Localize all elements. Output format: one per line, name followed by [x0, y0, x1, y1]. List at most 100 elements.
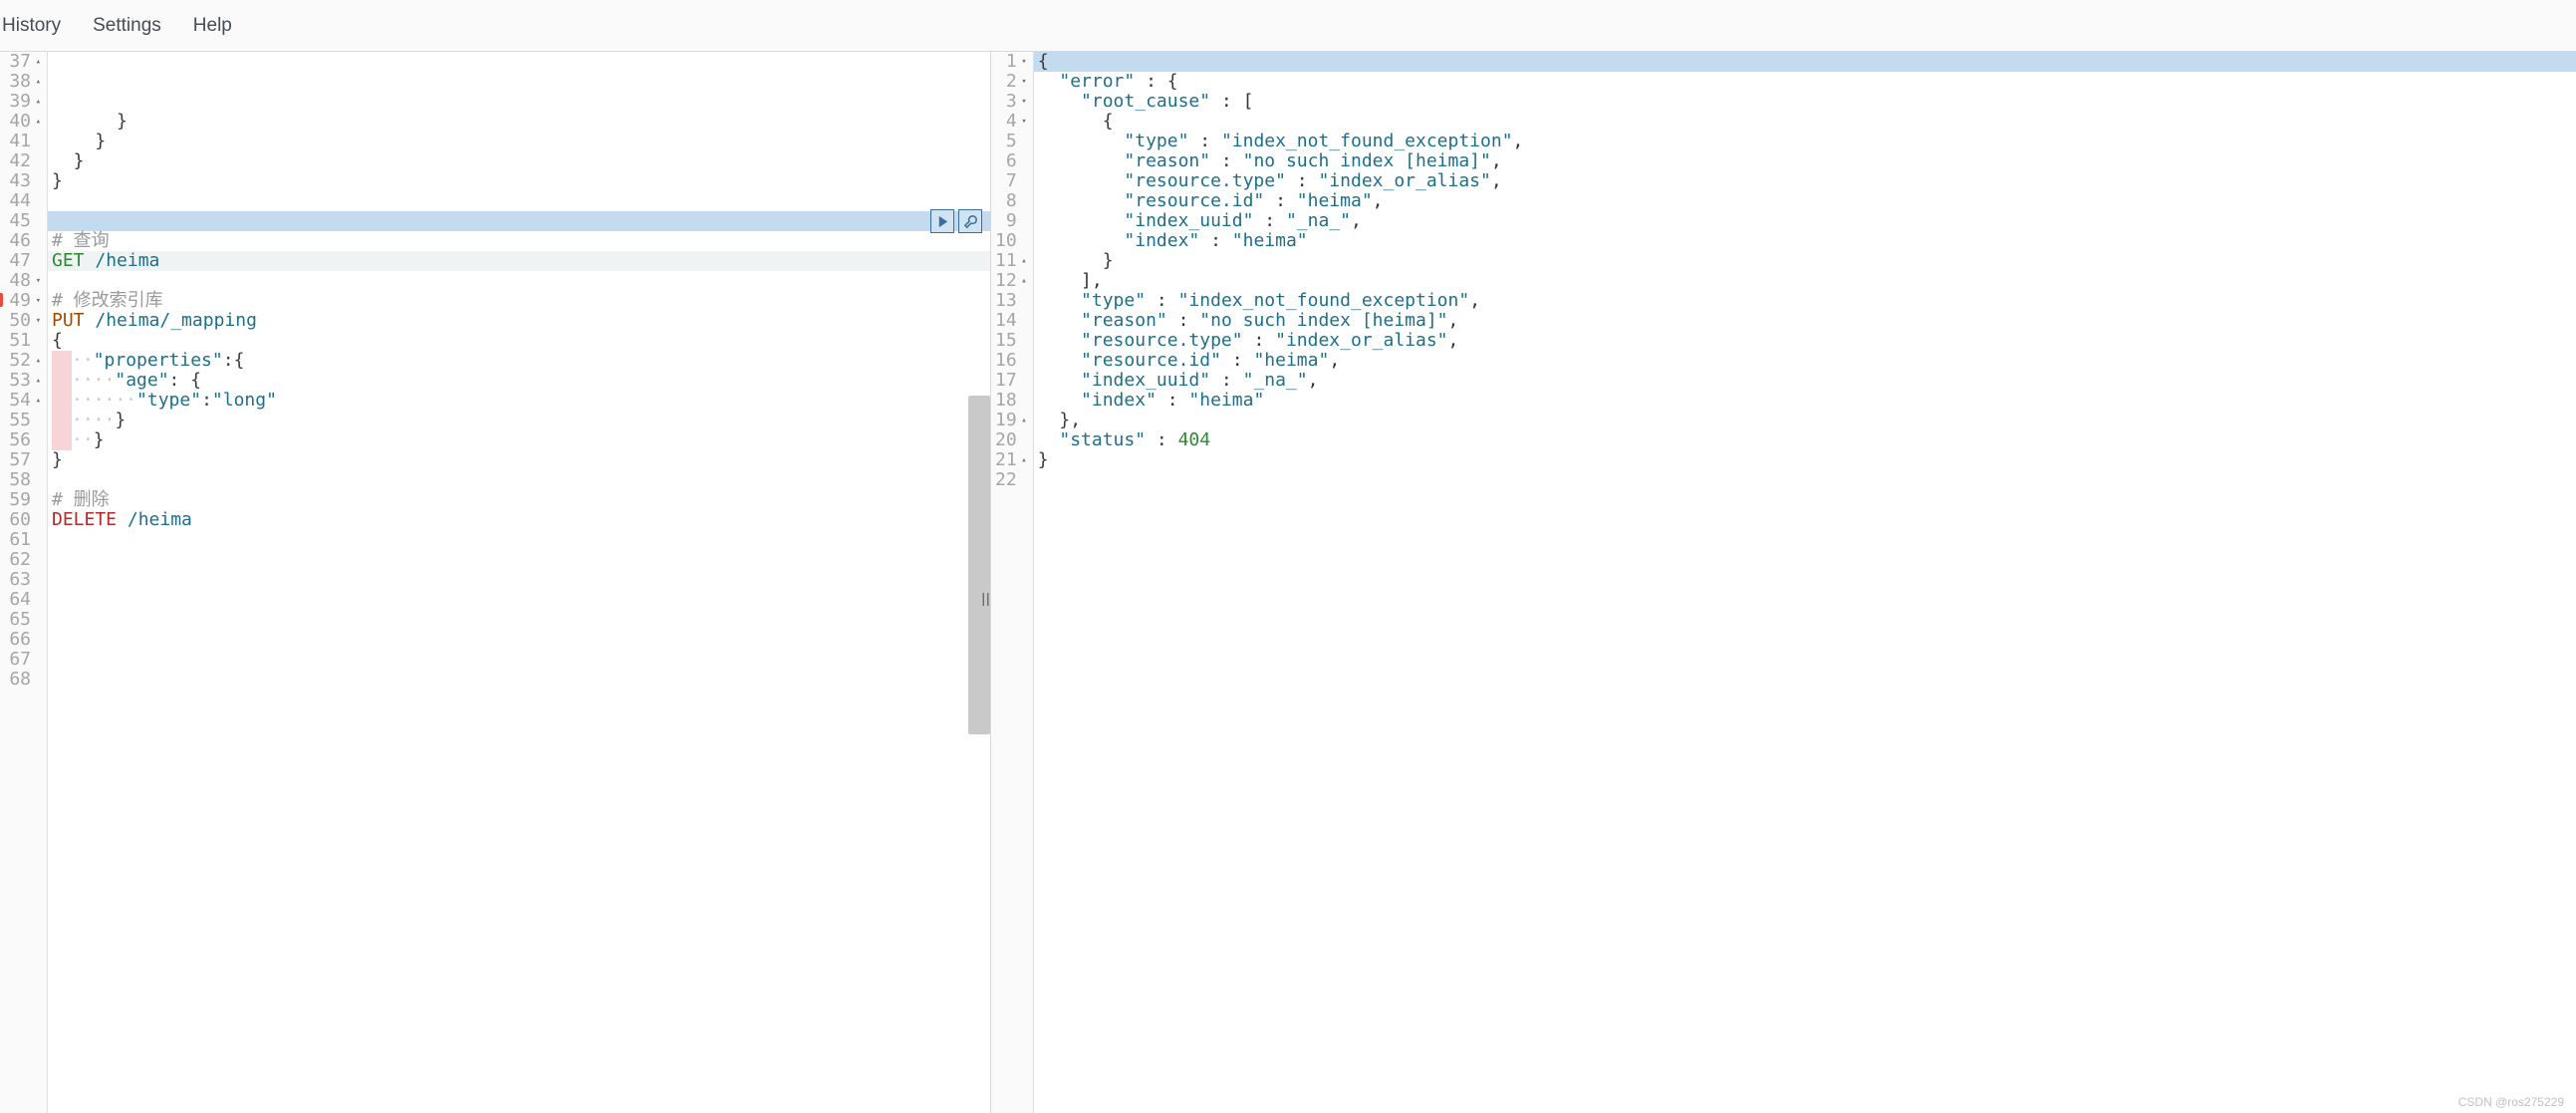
- line-number: 21▴: [995, 450, 1027, 470]
- line-number: 15: [995, 331, 1027, 351]
- code-line[interactable]: ··"properties":{: [48, 351, 990, 371]
- code-line[interactable]: [48, 470, 990, 490]
- pane-splitter[interactable]: [981, 583, 991, 613]
- code-line[interactable]: # 查询: [48, 231, 990, 251]
- code-line[interactable]: {: [1034, 52, 2576, 72]
- code-line[interactable]: [48, 530, 990, 550]
- code-line[interactable]: }: [48, 450, 990, 470]
- code-line[interactable]: [48, 670, 990, 690]
- code-line[interactable]: }: [48, 151, 990, 171]
- play-icon: [935, 214, 950, 229]
- line-number: 51: [4, 331, 41, 351]
- response-viewer-pane: 1▾2▾3▾4▾567891011▴12▴13141516171819▴2021…: [991, 52, 2576, 1113]
- line-number: 48▾: [4, 271, 41, 291]
- code-line[interactable]: [48, 570, 990, 590]
- request-editor-code[interactable]: } } }} # 查询GET /heima # 修改索引库PUT /heima/_m…: [48, 52, 990, 1113]
- line-number: 46: [4, 231, 41, 251]
- code-line[interactable]: # 修改索引库: [48, 291, 990, 311]
- line-number: 42: [4, 151, 41, 171]
- line-number: 43: [4, 171, 41, 191]
- line-number: 41: [4, 132, 41, 151]
- line-number: 63: [4, 570, 41, 590]
- code-line[interactable]: ······"type":"long": [48, 391, 990, 411]
- line-number: 45: [4, 211, 41, 231]
- line-number: 7: [995, 171, 1027, 191]
- line-number: 17: [995, 371, 1027, 391]
- code-line[interactable]: "index" : "heima": [1034, 391, 2576, 411]
- menu-help[interactable]: Help: [191, 11, 234, 41]
- code-line[interactable]: ····"age": {: [48, 371, 990, 391]
- response-viewer-code[interactable]: { "error" : { "root_cause" : [ { "type" …: [1034, 52, 2576, 1113]
- code-line[interactable]: [48, 550, 990, 570]
- line-number: 16: [995, 351, 1027, 371]
- code-line[interactable]: [48, 729, 990, 749]
- code-line[interactable]: "index" : "heima": [1034, 231, 2576, 251]
- code-line[interactable]: [48, 630, 990, 650]
- line-number: 53▴: [4, 371, 41, 391]
- request-editor[interactable]: 37▴38▴39▴40▴4142434445464748▾49▾x50▾5152…: [0, 52, 990, 1113]
- code-line[interactable]: [48, 271, 990, 291]
- watermark: CSDN @ros275229: [2458, 1095, 2564, 1109]
- code-line[interactable]: "reason" : "no such index [heima]",: [1034, 151, 2576, 171]
- code-line[interactable]: {: [1034, 112, 2576, 132]
- code-line[interactable]: "root_cause" : [: [1034, 92, 2576, 112]
- line-number: 4▾: [995, 112, 1027, 132]
- line-number: 56: [4, 430, 41, 450]
- code-line[interactable]: "resource.id" : "heima",: [1034, 351, 2576, 371]
- line-number: 49▾x: [4, 291, 41, 311]
- code-line[interactable]: }: [1034, 251, 2576, 271]
- menu-settings[interactable]: Settings: [91, 11, 163, 41]
- code-line[interactable]: [48, 211, 990, 231]
- line-number: 67: [4, 650, 41, 670]
- code-line[interactable]: [1034, 470, 2576, 490]
- wrench-icon: [963, 214, 978, 229]
- code-line[interactable]: DELETE /heima: [48, 510, 990, 530]
- line-number: 66: [4, 630, 41, 650]
- line-number: 68: [4, 670, 41, 690]
- code-line[interactable]: ··}: [48, 430, 990, 450]
- line-number: 39▴: [4, 92, 41, 112]
- line-number: 59: [4, 490, 41, 510]
- line-number: 22: [995, 470, 1027, 490]
- code-line[interactable]: [48, 590, 990, 610]
- response-viewer[interactable]: 1▾2▾3▾4▾567891011▴12▴13141516171819▴2021…: [991, 52, 2576, 1113]
- code-line[interactable]: "resource.id" : "heima",: [1034, 191, 2576, 211]
- code-line[interactable]: ····}: [48, 411, 990, 430]
- code-line[interactable]: }: [48, 112, 990, 132]
- code-line[interactable]: "index_uuid" : "_na_",: [1034, 211, 2576, 231]
- code-line[interactable]: [48, 191, 990, 211]
- code-line[interactable]: }: [48, 171, 990, 191]
- code-line[interactable]: "resource.type" : "index_or_alias",: [1034, 171, 2576, 191]
- line-number: 40▴: [4, 112, 41, 132]
- code-line[interactable]: "type" : "index_not_found_exception",: [1034, 291, 2576, 311]
- code-line[interactable]: [48, 690, 990, 709]
- code-line[interactable]: }: [1034, 450, 2576, 470]
- menu-history[interactable]: History: [0, 11, 63, 41]
- code-line[interactable]: # 删除: [48, 490, 990, 510]
- code-line[interactable]: "type" : "index_not_found_exception",: [1034, 132, 2576, 151]
- line-number: 11▴: [995, 251, 1027, 271]
- code-line[interactable]: [48, 610, 990, 630]
- code-line[interactable]: "status" : 404: [1034, 430, 2576, 450]
- code-line[interactable]: [48, 709, 990, 729]
- code-line[interactable]: "index_uuid" : "_na_",: [1034, 371, 2576, 391]
- line-number: 54▴: [4, 391, 41, 411]
- code-line[interactable]: ],: [1034, 271, 2576, 291]
- code-line[interactable]: {: [48, 331, 990, 351]
- run-request-button[interactable]: [930, 209, 954, 233]
- code-line[interactable]: [48, 650, 990, 670]
- request-options-button[interactable]: [958, 209, 982, 233]
- code-line[interactable]: },: [1034, 411, 2576, 430]
- code-line[interactable]: PUT /heima/_mapping: [48, 311, 990, 331]
- code-line[interactable]: GET /heima: [48, 251, 990, 271]
- code-line[interactable]: "error" : {: [1034, 72, 2576, 92]
- menubar: History Settings Help: [0, 0, 2576, 52]
- line-number: 20: [995, 430, 1027, 450]
- code-line[interactable]: "resource.type" : "index_or_alias",: [1034, 331, 2576, 351]
- line-number: 60: [4, 510, 41, 530]
- code-line[interactable]: }: [48, 132, 990, 151]
- line-number: 55: [4, 411, 41, 430]
- line-number: 1▾: [995, 52, 1027, 72]
- code-line[interactable]: "reason" : "no such index [heima]",: [1034, 311, 2576, 331]
- line-number: 19▴: [995, 411, 1027, 430]
